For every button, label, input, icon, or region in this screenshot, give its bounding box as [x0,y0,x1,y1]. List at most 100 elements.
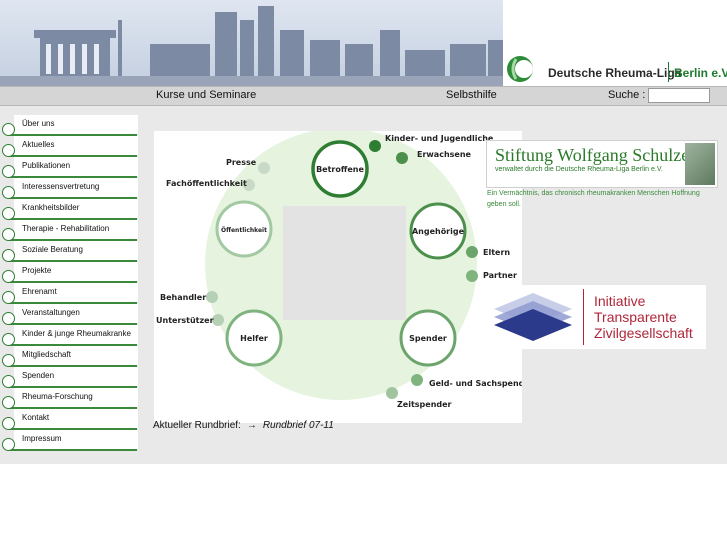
satellite-dot [258,162,270,174]
hub-label: Betroffene [316,165,364,174]
rundbrief-link[interactable]: Rundbrief 07-11 [263,420,334,431]
hub-label: Öffentlichkeit [221,227,267,234]
sidebar-item-label: Über uns [22,119,55,128]
itz-logo-icon [494,293,572,341]
sidebar-item-veranstaltungen[interactable]: Veranstaltungen [0,304,140,325]
sidebar-item-label: Kinder & junge Rheumakranke [22,329,131,338]
circle-bullet-icon [2,144,15,157]
diagram-center-box [283,206,406,320]
rheuma-liga-logo-icon[interactable] [506,55,536,83]
sidebar-item-label: Publikationen [22,161,71,170]
satellite-dot [411,374,423,386]
satellite-label: Unterstützer [156,316,214,325]
satellite-dot [396,152,408,164]
circle-bullet-icon [2,249,15,262]
nav-kurse-und-seminare[interactable]: Kurse und Seminare [156,89,256,101]
sidebar-item-label: Mitgliedschaft [22,350,71,359]
satellite-dot [206,291,218,303]
sidebar-item-label: Kontakt [22,413,50,422]
circle-bullet-icon [2,270,15,283]
satellite-dot [212,314,224,326]
circle-bullet-icon [2,186,15,199]
satellite-geld-sachspender[interactable]: Geld- und Sachspender [411,374,522,388]
rundbrief-line: Aktueller Rundbrief: → Rundbrief 07-11 [153,420,334,431]
hub-angehoerige[interactable]: Angehörige [409,202,467,260]
circle-bullet-icon [2,165,15,178]
satellite-label: Eltern [483,248,510,257]
sidebar-item-interessensvertretung[interactable]: Interessensvertretung [0,178,140,199]
satellite-label: Kinder- und Jugendliche [385,134,494,143]
satellite-label: Geld- und Sachspender [429,379,522,388]
circle-bullet-icon [2,438,15,451]
satellite-zeitspender[interactable]: Zeitspender [386,387,452,409]
satellite-unterstuetzer[interactable]: Unterstützer [156,314,224,326]
header-skyline-banner [0,0,503,86]
itz-line-2: Transparente [594,309,677,325]
search-label: Suche : [608,89,646,101]
logo-text: Deutsche Rheuma-Liga [548,66,682,80]
itz-divider [583,289,584,345]
sidebar-item-soziale-beratung[interactable]: Soziale Beratung [0,241,140,262]
hub-spender[interactable]: Spender [399,309,457,367]
sidebar-item-label: Krankheitsbilder [22,203,80,212]
circle-bullet-icon [2,291,15,304]
sidebar-item-mitgliedschaft[interactable]: Mitgliedschaft [0,346,140,367]
sidebar-item-rheuma-forschung[interactable]: Rheuma-Forschung [0,388,140,409]
satellite-dot [386,387,398,399]
hub-label: Spender [409,334,447,343]
hub-betroffene[interactable]: Betroffene [311,140,369,198]
stiftung-banner[interactable]: Stiftung Wolfgang Schulze verwaltet durc… [486,140,718,188]
network-diagram-panel: Betroffene Angehörige Spender Helfer Öff… [154,131,522,423]
nav-selbsthilfe[interactable]: Selbsthilfe [446,89,497,101]
search-input[interactable] [648,88,710,103]
sidebar-item-label: Soziale Beratung [22,245,83,254]
sidebar-item-spenden[interactable]: Spenden [0,367,140,388]
network-diagram: Betroffene Angehörige Spender Helfer Öff… [156,131,522,409]
satellite-label: Zeitspender [397,400,452,409]
circle-bullet-icon [2,354,15,367]
circle-bullet-icon [2,333,15,346]
circle-bullet-icon [2,375,15,388]
sidebar-item-label: Projekte [22,266,52,275]
circle-bullet-icon [2,123,15,136]
satellite-label: Behandler [160,293,206,302]
circle-bullet-icon [2,207,15,220]
stiftung-image [685,143,715,185]
hub-helfer[interactable]: Helfer [225,309,283,367]
satellite-dot [466,246,478,258]
stiftung-tagline: Ein Vermächtnis, das chronisch rheumakra… [487,190,700,208]
itz-banner[interactable]: Initiative Transparente Zivilgesellschaf… [486,285,706,349]
rundbrief-label: Aktueller Rundbrief: [153,420,241,431]
hub-oeffentlichkeit[interactable]: Öffentlichkeit [215,200,273,258]
satellite-label: Fachöffentlichkeit [166,179,247,188]
sidebar-item-label: Interessensvertretung [22,182,100,191]
arrow-right-icon: → [246,420,257,431]
sidebar-item-aktuelles[interactable]: Aktuelles [0,136,140,157]
sidebar-item-kontakt[interactable]: Kontakt [0,409,140,430]
sidebar-item-ueber-uns[interactable]: Über uns [0,115,140,136]
sidebar-item-projekte[interactable]: Projekte [0,262,140,283]
satellite-label: Presse [226,158,257,167]
sidebar-item-label: Therapie - Rehabilitation [22,224,110,233]
sidebar-item-label: Aktuelles [22,140,55,149]
satellite-eltern[interactable]: Eltern [466,246,510,258]
hub-label: Helfer [240,334,268,343]
sidebar-item-label: Veranstaltungen [22,308,80,317]
sidebar-item-kinder-junge-rheumakranke[interactable]: Kinder & junge Rheumakranke [0,325,140,346]
satellite-label: Partner [483,271,517,280]
logo-divider [668,62,669,82]
sidebar-item-label: Ehrenamt [22,287,57,296]
satellite-partner[interactable]: Partner [466,270,517,282]
sidebar-item-impressum[interactable]: Impressum [0,430,140,451]
sidebar-item-therapie-rehabilitation[interactable]: Therapie - Rehabilitation [0,220,140,241]
sidebar-item-krankheitsbilder[interactable]: Krankheitsbilder [0,199,140,220]
sidebar-item-publikationen[interactable]: Publikationen [0,157,140,178]
satellite-behandler[interactable]: Behandler [160,291,218,303]
sidebar-item-label: Spenden [22,371,55,380]
satellite-dot [369,140,381,152]
circle-bullet-icon [2,312,15,325]
stiftung-title: Stiftung Wolfgang Schulze [495,145,690,165]
sidebar-item-ehrenamt[interactable]: Ehrenamt [0,283,140,304]
sidebar-item-label: Impressum [22,434,62,443]
satellite-label: Erwachsene [417,150,472,159]
